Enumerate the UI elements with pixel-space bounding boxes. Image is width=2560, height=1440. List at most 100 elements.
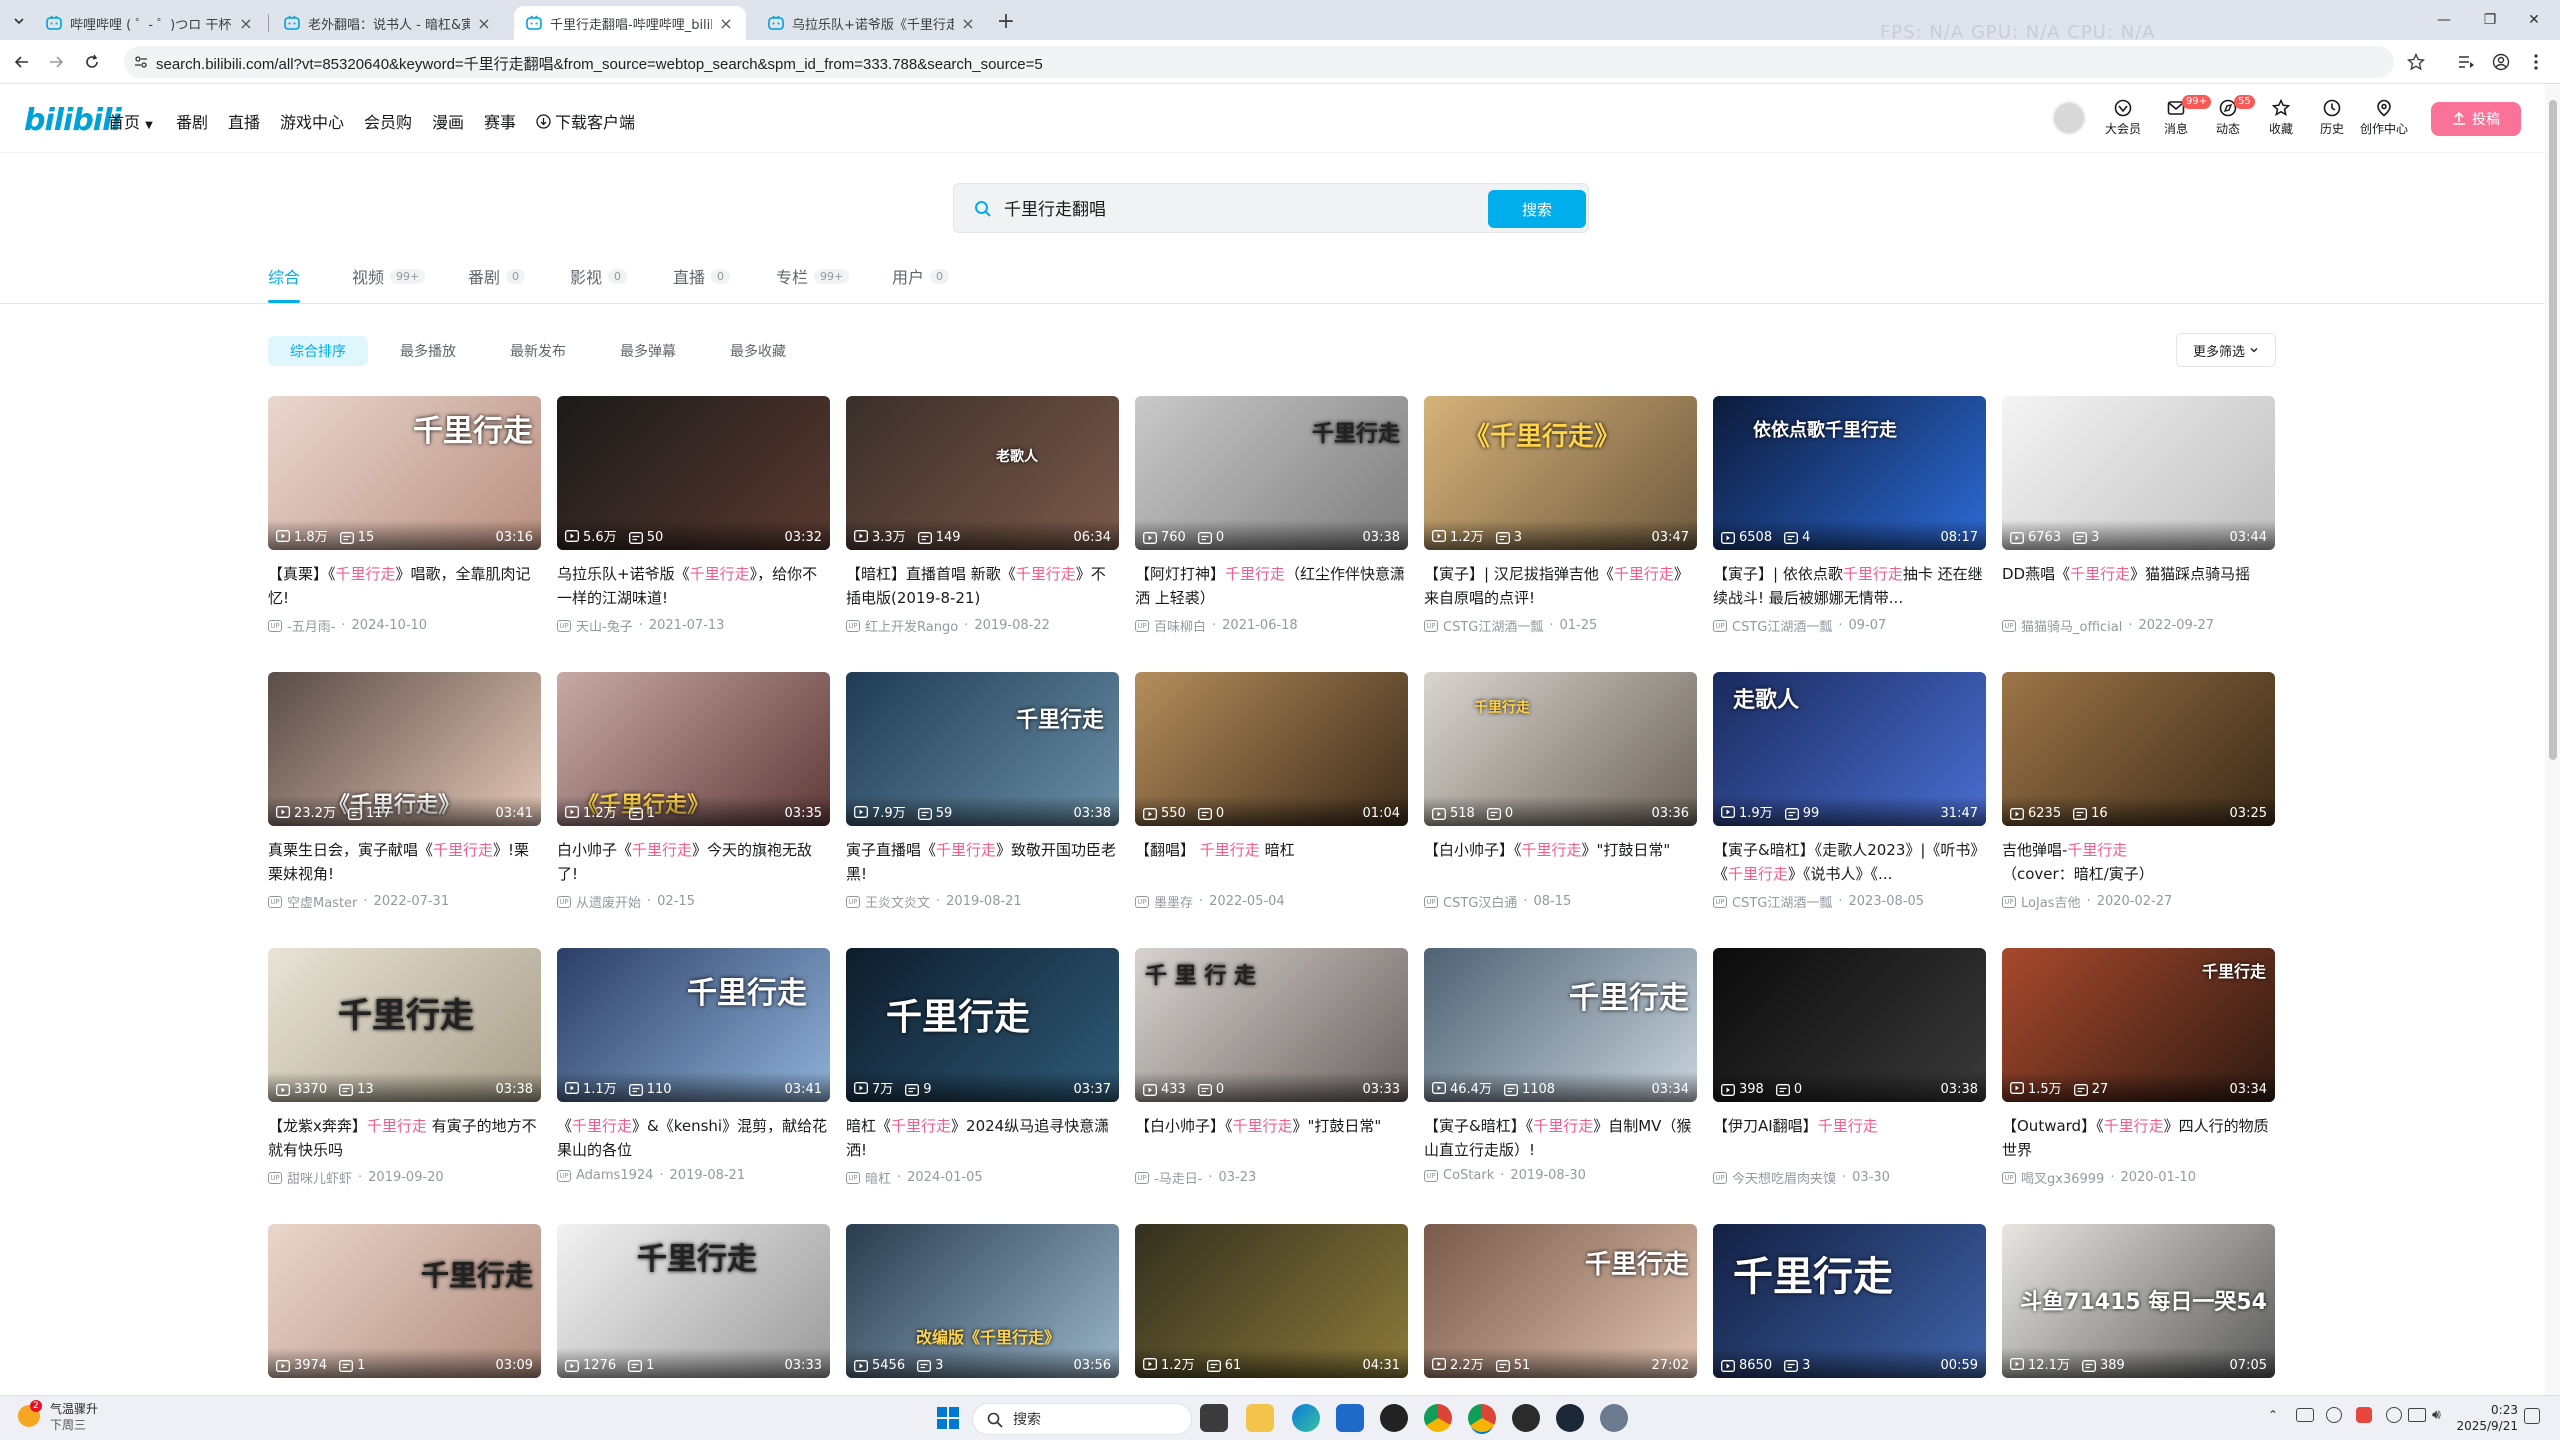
video-thumbnail[interactable]: 走歌人 1.9万 99 31:47 xyxy=(1713,672,1986,826)
video-uploader-line[interactable]: UP Adams1924 · 2019-08-21 xyxy=(557,1168,830,1183)
video-thumbnail[interactable]: 千里行走 518 0 03:36 xyxy=(1424,672,1697,826)
video-uploader-line[interactable]: UP LoJas吉他 · 2020-02-27 xyxy=(2002,892,2275,911)
minimize-button[interactable]: — xyxy=(2426,8,2462,32)
browser-tab[interactable]: 千里行走翻唱-哔哩哔哩_bilibili × xyxy=(514,6,746,40)
profile-icon[interactable] xyxy=(2489,50,2513,74)
video-thumbnail[interactable]: 《千里行走》 1.2万 3 03:47 xyxy=(1424,396,1697,550)
video-uploader-line[interactable]: UP CSTG江湖酒一瓢 · 01-25 xyxy=(1424,616,1697,635)
category-tab[interactable]: 视频 99+ xyxy=(352,264,426,288)
video-title[interactable]: 【寅子&暗杠】《走歌人2023》|《听书》《千里行走》《说书人》《... xyxy=(1713,838,1986,886)
video-card[interactable]: 改编版《千里行走》 5456 3 03:56 xyxy=(846,1224,1119,1378)
task-view-icon[interactable] xyxy=(1200,1404,1228,1432)
address-bar[interactable]: search.bilibili.com/all?vt=85320640&keyw… xyxy=(124,46,2394,78)
nav-manga[interactable]: 漫画 xyxy=(432,109,464,133)
video-thumbnail[interactable]: 398 0 03:38 xyxy=(1713,948,1986,1102)
video-uploader-line[interactable]: UP CoStark · 2019-08-30 xyxy=(1424,1168,1697,1183)
video-card[interactable]: 550 0 01:04 【翻唱】 千里行走 暗杠 UP 墨墨存 · 2022-05-04 xyxy=(1135,672,1408,911)
tab-close-icon[interactable]: × xyxy=(476,14,492,33)
tray-app-icon[interactable] xyxy=(2296,1408,2314,1422)
site-info-icon[interactable] xyxy=(134,55,148,69)
video-title[interactable]: 【龙紫x奔奔】千里行走 有寅子的地方不就有快乐吗 xyxy=(268,1114,541,1162)
video-thumbnail[interactable]: 5.6万 50 03:32 xyxy=(557,396,830,550)
video-thumbnail[interactable]: 千里行走 2.2万 51 27:02 xyxy=(1424,1224,1697,1378)
video-title[interactable]: 真栗生日会，寅子献唱《千里行走》!栗栗妹视角! xyxy=(268,838,541,886)
video-thumbnail[interactable]: 千里行走 46.4万 1108 03:34 xyxy=(1424,948,1697,1102)
video-card[interactable]: 6235 16 03:25 吉他弹唱-千里行走 （cover：暗杠/寅子） UP LoJas… xyxy=(2002,672,2275,911)
video-card[interactable]: 走歌人 1.9万 99 31:47 【寅子&暗杠】《走歌人2023》|《听书》《千里行走… xyxy=(1713,672,1986,911)
sort-option[interactable]: 最多播放 xyxy=(378,336,478,366)
tray-antivirus-icon[interactable] xyxy=(2356,1407,2372,1423)
video-title[interactable]: 【伊刀AI翻唱】千里行走 xyxy=(1713,1114,1986,1162)
nav-download-client[interactable]: 下载客户端 xyxy=(536,109,635,133)
steam-icon[interactable] xyxy=(1556,1404,1584,1432)
video-thumbnail[interactable]: 千里行走 3974 1 03:09 xyxy=(268,1224,541,1378)
video-card[interactable]: 千里行走 518 0 03:36 【白小帅子】《千里行走》"打鼓日常" UP CSTG汉白通… xyxy=(1424,672,1697,911)
video-card[interactable]: 1.2万 61 04:31 xyxy=(1135,1224,1408,1378)
video-title[interactable]: 吉他弹唱-千里行走 （cover：暗杠/寅子） xyxy=(2002,838,2275,886)
tab-search-dropdown-icon[interactable] xyxy=(8,10,30,32)
tab-close-icon[interactable]: × xyxy=(960,14,976,33)
video-card[interactable]: 6763 3 03:44 DD燕唱《千里行走》猫猫踩点骑马摇 UP 猫猫骑马_offici… xyxy=(2002,396,2275,635)
video-uploader-line[interactable]: UP 暗杠 · 2024-01-05 xyxy=(846,1168,1119,1187)
sort-option[interactable]: 最多弹幕 xyxy=(598,336,698,366)
video-card[interactable]: 千里行走 1.5万 27 03:34 【Outward】《千里行走》四人行的物质世界 UP… xyxy=(2002,948,2275,1187)
video-uploader-line[interactable]: UP CSTG江湖酒一瓢 · 2023-08-05 xyxy=(1713,892,1986,911)
video-uploader-line[interactable]: UP 空虚Master · 2022-07-31 xyxy=(268,892,541,911)
header-vip-button[interactable]: 大会员 xyxy=(2103,98,2143,146)
video-thumbnail[interactable]: 千 里 行 走 433 0 03:33 xyxy=(1135,948,1408,1102)
category-tab[interactable]: 直播 0 xyxy=(673,264,731,288)
video-thumbnail[interactable]: 千里行走 760 0 03:38 xyxy=(1135,396,1408,550)
browser-tab[interactable]: 老外翻唱：说书人 - 暗杠&寅子 × xyxy=(272,6,504,40)
video-uploader-line[interactable]: UP 红上开发Rango · 2019-08-22 xyxy=(846,616,1119,635)
video-card[interactable]: 398 0 03:38 【伊刀AI翻唱】千里行走 UP 今天想吃眉肉夹馍 · 03-30 xyxy=(1713,948,1986,1187)
header-creator-button[interactable]: 创作中心 xyxy=(2360,98,2408,146)
video-title[interactable]: 【寅子&暗杠】《千里行走》自制MV（猴山直立行走版）! xyxy=(1424,1114,1697,1162)
category-tab[interactable]: 番剧 0 xyxy=(468,264,526,288)
bookmark-star-icon[interactable] xyxy=(2404,50,2428,74)
weather-widget[interactable]: 气温骤升 下周三 xyxy=(50,1401,98,1433)
video-thumbnail[interactable]: 斗鱼71415 每日一哭54 12.1万 389 07:05 xyxy=(2002,1224,2275,1378)
file-explorer-icon[interactable] xyxy=(1246,1404,1274,1432)
search-input[interactable] xyxy=(1004,197,1424,217)
video-title[interactable]: 《千里行走》&《kenshi》混剪，献给花果山的各位 xyxy=(557,1114,830,1162)
tray-chevron-icon[interactable]: ⌃ xyxy=(2268,1408,2278,1422)
video-title[interactable]: 乌拉乐队+诺爷版《千里行走》，给你不一样的江湖味道! xyxy=(557,562,830,610)
video-card[interactable]: 千里行走 1276 1 03:33 xyxy=(557,1224,830,1378)
video-title[interactable]: 寅子直播唱《千里行走》致敬开国功臣老黑! xyxy=(846,838,1119,886)
video-title[interactable]: 【白小帅子】《千里行走》"打鼓日常" xyxy=(1135,1114,1408,1162)
video-title[interactable]: 暗杠《千里行走》2024纵马追寻快意潇洒! xyxy=(846,1114,1119,1162)
video-thumbnail[interactable]: 改编版《千里行走》 5456 3 03:56 xyxy=(846,1224,1119,1378)
video-card[interactable]: 千里行走 2.2万 51 27:02 xyxy=(1424,1224,1697,1378)
header-favorite-button[interactable]: 收藏 xyxy=(2261,98,2301,146)
header-message-button[interactable]: 消息 99+ xyxy=(2156,95,2212,146)
category-tab[interactable]: 影视 0 xyxy=(570,264,628,288)
video-thumbnail[interactable]: 6763 3 03:44 xyxy=(2002,396,2275,550)
header-dynamic-button[interactable]: 动态 55 xyxy=(2208,95,2255,146)
video-card[interactable]: 千里行走 1.1万 110 03:41 《千里行走》&《kenshi》混剪，献给花果山的… xyxy=(557,948,830,1183)
close-window-button[interactable]: ✕ xyxy=(2516,8,2552,32)
chrome-icon[interactable] xyxy=(1424,1404,1452,1432)
start-icon[interactable] xyxy=(934,1404,962,1432)
category-tab[interactable]: 综合 xyxy=(268,264,300,288)
video-title[interactable]: 【翻唱】 千里行走 暗杠 xyxy=(1135,838,1408,886)
category-tab[interactable]: 专栏 99+ xyxy=(776,264,850,288)
video-thumbnail[interactable]: 千里行走 1.5万 27 03:34 xyxy=(2002,948,2275,1102)
video-card[interactable]: 《千里行走》23.2万11703:41真栗生日会，寅子献唱《千里行走》!栗栗妹视… xyxy=(268,672,541,911)
tray-input-icon[interactable] xyxy=(2326,1407,2342,1423)
video-uploader-line[interactable]: UP 百味柳白 · 2021-06-18 xyxy=(1135,616,1408,635)
tray-help-icon[interactable] xyxy=(2386,1407,2402,1423)
video-thumbnail[interactable]: 千里行走 1276 1 03:33 xyxy=(557,1224,830,1378)
video-card[interactable]: 千里行走 7万 9 03:37 暗杠《千里行走》2024纵马追寻快意潇洒! UP 暗杠 · 20… xyxy=(846,948,1119,1187)
video-card[interactable]: 千 里 行 走 433 0 03:33 【白小帅子】《千里行走》"打鼓日常" UP -马走日… xyxy=(1135,948,1408,1187)
video-uploader-line[interactable]: UP 从遗废开始 · 02-15 xyxy=(557,892,830,911)
video-thumbnail[interactable]: 千里行走 8650 3 00:59 xyxy=(1713,1224,1986,1378)
video-uploader-line[interactable]: UP 墨墨存 · 2022-05-04 xyxy=(1135,892,1408,911)
settings-icon[interactable] xyxy=(1600,1404,1628,1432)
video-title[interactable]: 【真栗】《千里行走》唱歌，全靠肌肉记忆! xyxy=(268,562,541,610)
video-card[interactable]: 斗鱼71415 每日一哭54 12.1万 389 07:05 xyxy=(2002,1224,2275,1378)
upload-button[interactable]: 投稿 xyxy=(2431,102,2521,136)
video-uploader-line[interactable]: UP -马走日- · 03-23 xyxy=(1135,1168,1408,1187)
video-card[interactable]: 《千里行走》1.2万103:35白小帅子《千里行走》今天的旗袍无敌了!UP从遗废… xyxy=(557,672,830,911)
chrome-active-icon[interactable] xyxy=(1468,1404,1496,1432)
video-uploader-line[interactable]: UP 今天想吃眉肉夹馍 · 03-30 xyxy=(1713,1168,1986,1187)
